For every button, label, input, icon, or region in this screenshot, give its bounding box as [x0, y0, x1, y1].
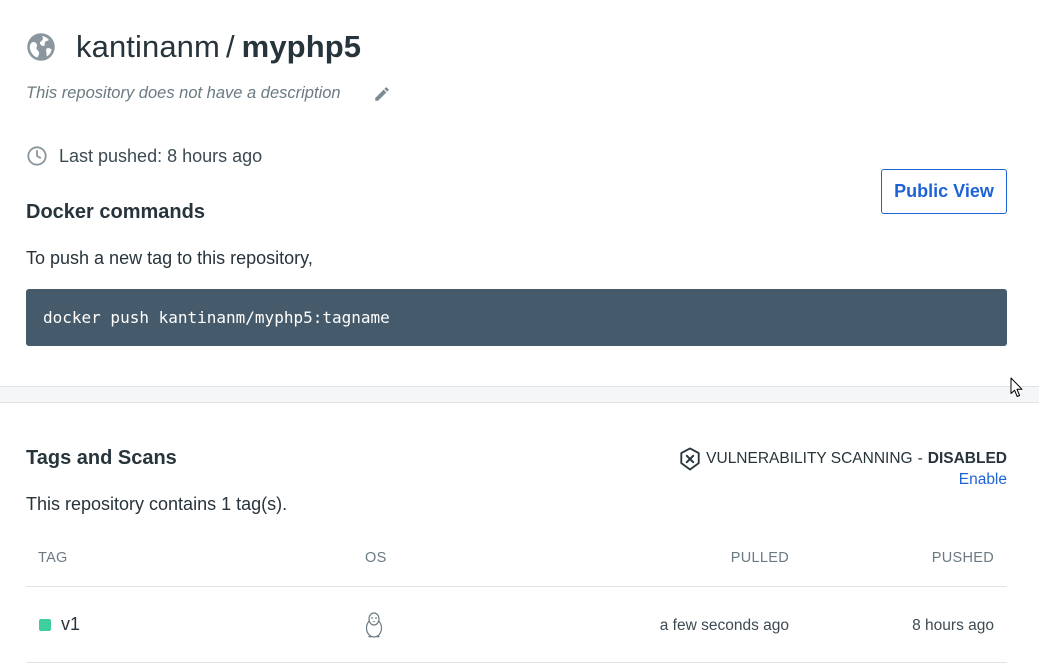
repo-description: This repository does not have a descript…: [26, 84, 341, 102]
enable-scanning-link[interactable]: Enable: [959, 471, 1007, 489]
tag-pushed-time: 8 hours ago: [912, 617, 994, 634]
vulnerability-scanning-label: VULNERABILITY SCANNING: [706, 450, 913, 467]
tags-table: TAG OS PULLED PUSHED v1 a few seconds ag…: [26, 541, 1007, 663]
repo-namespace: kantinanm: [76, 29, 220, 64]
repo-header-section: kantinanm / myphp5 This repository does no…: [0, 0, 1039, 386]
section-divider: [0, 386, 1039, 403]
globe-icon: [27, 33, 55, 61]
column-header-os: OS: [365, 550, 387, 566]
last-pushed-text: Last pushed: 8 hours ago: [59, 145, 263, 166]
public-view-button[interactable]: Public View: [881, 169, 1007, 214]
column-header-tag[interactable]: TAG: [38, 550, 68, 566]
clock-icon: [27, 146, 47, 166]
vulnerability-separator: -: [917, 450, 923, 467]
tag-pulled-time: a few seconds ago: [659, 617, 789, 634]
tags-and-scans-section: Tags and Scans This repository contains …: [0, 403, 1039, 664]
pencil-icon[interactable]: [373, 85, 391, 103]
repo-name: myphp5: [241, 29, 362, 64]
repo-description-row: This repository does not have a descript…: [26, 84, 391, 103]
tags-and-scans-heading: Tags and Scans: [26, 447, 177, 469]
push-hint-text: To push a new tag to this repository,: [26, 248, 313, 268]
tags-count-text: This repository contains 1 tag(s).: [26, 494, 288, 514]
shield-x-icon: [680, 447, 700, 471]
docker-push-command[interactable]: docker push kantinanm/myphp5:tagname: [43, 308, 390, 327]
column-header-pushed[interactable]: PUSHED: [932, 550, 994, 566]
docker-commands-heading: Docker commands: [26, 201, 205, 223]
tag-name[interactable]: v1: [61, 614, 80, 635]
vulnerability-scanning-state: DISABLED: [927, 450, 1007, 467]
repo-title: kantinanm / myphp5: [26, 26, 361, 68]
tags-table-header: TAG OS PULLED PUSHED: [26, 541, 1007, 587]
table-row[interactable]: v1 a few seconds ago 8 hours ago: [26, 587, 1007, 663]
last-pushed-row: Last pushed: 8 hours ago: [26, 145, 262, 167]
repo-title-separator: /: [225, 29, 235, 64]
vulnerability-scanning-status: VULNERABILITY SCANNING - DISABLED: [679, 447, 1007, 471]
mouse-cursor-icon: [1010, 377, 1023, 397]
column-header-pulled[interactable]: PULLED: [731, 550, 789, 566]
tag-status-indicator: [39, 619, 51, 631]
repo-full-name: kantinanm / myphp5: [76, 29, 361, 65]
linux-icon: [365, 612, 383, 638]
docker-command-box[interactable]: docker push kantinanm/myphp5:tagname: [26, 289, 1007, 346]
